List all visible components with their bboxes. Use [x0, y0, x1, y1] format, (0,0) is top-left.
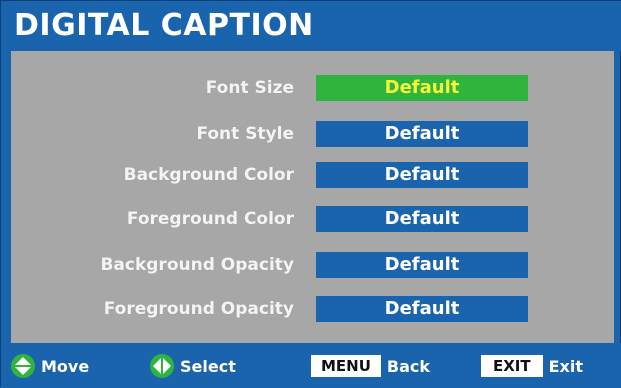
- menu-value[interactable]: Default: [316, 296, 528, 322]
- menu-value[interactable]: Default: [316, 206, 528, 232]
- up-down-arrow-icon: [11, 354, 35, 378]
- select-hint-label: Select: [180, 356, 236, 376]
- osd-window: DIGITAL CAPTION Font Size Default Font S…: [0, 0, 621, 388]
- menu-label: Background Opacity: [100, 255, 294, 275]
- exit-hint: EXIT Exit: [481, 354, 583, 378]
- title-bar: DIGITAL CAPTION: [1, 1, 621, 51]
- menu-label: Foreground Opacity: [103, 299, 294, 319]
- left-right-arrow-icon: [150, 354, 174, 378]
- back-hint-label: Back: [386, 356, 431, 376]
- menu-row-foreground-color[interactable]: Foreground Color Default: [11, 206, 614, 236]
- menu-row-background-color[interactable]: Background Color Default: [11, 162, 614, 192]
- menu-value[interactable]: Default: [316, 121, 528, 147]
- menu-value[interactable]: Default: [316, 252, 528, 278]
- menu-label: Font Style: [196, 124, 294, 144]
- select-hint: Select: [150, 354, 236, 378]
- menu-value[interactable]: Default: [316, 162, 528, 188]
- menu-row-font-style[interactable]: Font Style Default: [11, 121, 614, 151]
- menu-label: Foreground Color: [126, 209, 294, 229]
- back-hint: MENU Back: [311, 354, 430, 378]
- menu-key: MENU: [311, 355, 381, 377]
- settings-panel: Font Size Default Font Style Default Bac…: [11, 51, 614, 343]
- page-title: DIGITAL CAPTION: [14, 8, 314, 43]
- menu-label: Font Size: [205, 78, 294, 98]
- move-hint: Move: [11, 354, 89, 378]
- menu-row-font-size[interactable]: Font Size Default: [11, 75, 614, 105]
- menu-value-selected[interactable]: Default: [316, 75, 528, 101]
- move-hint-label: Move: [41, 356, 90, 376]
- exit-hint-label: Exit: [548, 356, 584, 376]
- menu-label: Background Color: [123, 165, 294, 185]
- footer-hints: Move Select MENU Back EXIT Exit: [1, 343, 621, 388]
- menu-row-background-opacity[interactable]: Background Opacity Default: [11, 252, 614, 282]
- exit-key: EXIT: [481, 355, 543, 377]
- menu-row-foreground-opacity[interactable]: Foreground Opacity Default: [11, 296, 614, 326]
